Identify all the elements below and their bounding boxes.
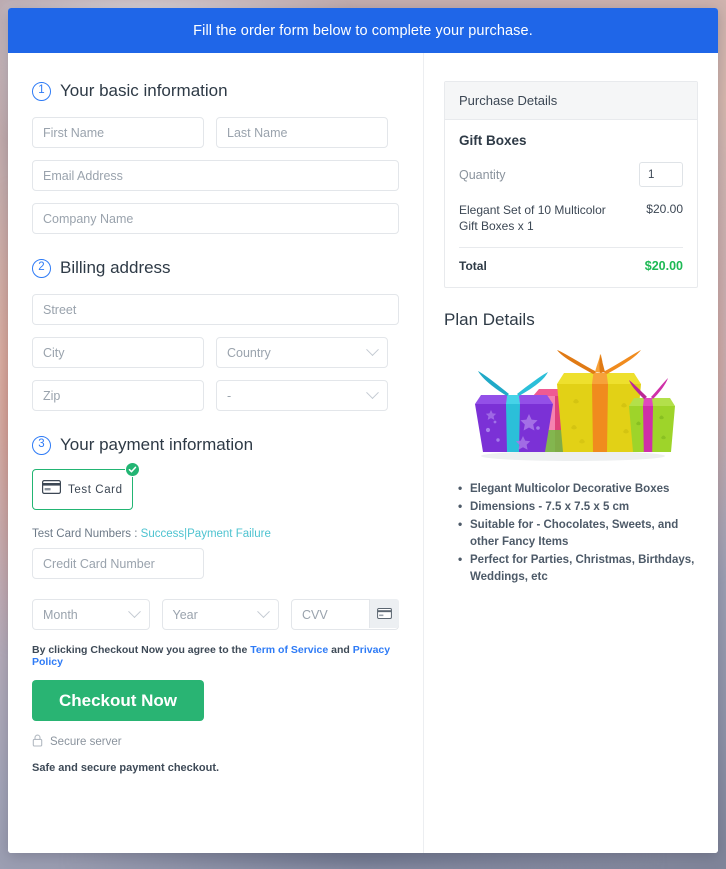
expiry-month-value: Month xyxy=(43,607,78,622)
purchase-details-body: Gift Boxes Quantity 1 Elegant Set of 10 … xyxy=(445,120,697,287)
expiry-year-value: Year xyxy=(172,607,198,622)
top-banner: Fill the order form below to complete yo… xyxy=(8,8,718,53)
summary-column: Purchase Details Gift Boxes Quantity 1 E… xyxy=(424,53,718,853)
purchase-details-header: Purchase Details xyxy=(445,82,697,120)
check-circle-icon xyxy=(125,462,140,477)
test-card-numbers-line: Test Card Numbers : Success|Payment Fail… xyxy=(32,528,399,540)
country-select[interactable]: Country xyxy=(216,337,388,368)
test-card-success-link[interactable]: Success xyxy=(141,528,184,540)
list-item: Dimensions - 7.5 x 7.5 x 5 cm xyxy=(458,498,698,516)
step-number-badge-3: 3 xyxy=(32,435,51,455)
payment-method-label: Test Card xyxy=(68,483,123,496)
safe-payment-note: Safe and secure payment checkout. xyxy=(32,762,220,774)
city-input[interactable]: City xyxy=(32,337,204,368)
line-item-price: $20.00 xyxy=(646,202,683,216)
chevron-down-icon xyxy=(257,605,270,619)
terms-prefix: By clicking Checkout Now you agree to th… xyxy=(32,644,248,656)
product-title: Gift Boxes xyxy=(459,133,527,148)
quantity-input[interactable]: 1 xyxy=(639,162,683,187)
expiry-month-select[interactable]: Month xyxy=(32,599,150,630)
secure-server-note: Secure server xyxy=(32,734,399,750)
email-input[interactable]: Email Address xyxy=(32,160,399,191)
quantity-row: Quantity 1 xyxy=(459,162,683,187)
secure-server-text: Secure server xyxy=(50,736,122,748)
last-name-input[interactable]: Last Name xyxy=(216,117,388,148)
banner-message: Fill the order form below to complete yo… xyxy=(193,22,533,39)
gift-boxes-image xyxy=(475,350,675,462)
list-item: Elegant Multicolor Decorative Boxes xyxy=(458,480,698,498)
section-header-basic-information: 1 Your basic information xyxy=(32,81,399,101)
credit-card-icon xyxy=(369,599,399,628)
payment-method-option-wrapper: Test Card xyxy=(32,462,140,510)
name-fields-row: First Name Last Name xyxy=(32,117,399,148)
zip-state-row: Zip - xyxy=(32,380,399,411)
company-name-input[interactable]: Company Name xyxy=(32,203,399,234)
street-input[interactable]: Street xyxy=(32,294,399,325)
quantity-label: Quantity xyxy=(459,167,506,182)
expiry-year-select[interactable]: Year xyxy=(161,599,279,630)
plan-details-title: Plan Details xyxy=(444,310,535,330)
step-number-badge-2: 2 xyxy=(32,258,51,278)
zip-input[interactable]: Zip xyxy=(32,380,204,411)
order-form-column: 1 Your basic information First Name Last… xyxy=(8,53,424,853)
test-card-numbers-label: Test Card Numbers : xyxy=(32,528,138,540)
list-item: Suitable for - Chocolates, Sweets, and o… xyxy=(458,516,698,551)
street-row: Street xyxy=(32,294,399,325)
payment-method-test-card[interactable]: Test Card xyxy=(32,469,133,510)
state-select[interactable]: - xyxy=(216,380,388,411)
cvv-field-wrapper: CVV xyxy=(291,599,399,630)
test-card-failure-link[interactable]: Payment Failure xyxy=(187,528,271,540)
section-title-basic-information: Your basic information xyxy=(60,81,228,100)
credit-card-icon xyxy=(42,480,61,499)
total-row: Total $20.00 xyxy=(459,248,683,273)
purchase-details-panel: Purchase Details Gift Boxes Quantity 1 E… xyxy=(444,81,698,289)
step-number-badge-1: 1 xyxy=(32,81,51,101)
chevron-down-icon xyxy=(366,343,379,357)
section-title-billing-address: Billing address xyxy=(60,258,171,277)
expiry-cvv-row: Month Year CVV xyxy=(32,599,399,630)
lock-icon xyxy=(32,734,43,750)
terms-agreement-text: By clicking Checkout Now you agree to th… xyxy=(32,644,399,668)
section-title-payment-information: Your payment information xyxy=(60,435,254,454)
section-header-payment-information: 3 Your payment information xyxy=(32,435,399,455)
email-row: Email Address xyxy=(32,160,399,191)
plan-feature-list: Elegant Multicolor Decorative Boxes Dime… xyxy=(444,480,698,586)
state-select-value: - xyxy=(227,388,232,403)
company-row: Company Name xyxy=(32,203,399,234)
terms-and: and xyxy=(331,644,350,656)
total-value: $20.00 xyxy=(644,259,683,274)
page-body: 1 Your basic information First Name Last… xyxy=(8,53,718,853)
checkout-now-button[interactable]: Checkout Now xyxy=(32,680,204,721)
credit-card-number-input[interactable]: Credit Card Number xyxy=(32,548,204,579)
line-item-row: Elegant Set of 10 Multicolor Gift Boxes … xyxy=(459,202,683,249)
chevron-down-icon xyxy=(366,386,379,400)
line-item-name: Elegant Set of 10 Multicolor Gift Boxes … xyxy=(459,203,606,234)
first-name-input[interactable]: First Name xyxy=(32,117,204,148)
chevron-down-icon xyxy=(127,605,141,619)
checkout-page-card: Fill the order form below to complete yo… xyxy=(8,8,718,853)
list-item: Perfect for Parties, Christmas, Birthday… xyxy=(458,551,698,586)
section-header-billing-address: 2 Billing address xyxy=(32,258,399,278)
term-of-service-link[interactable]: Term of Service xyxy=(250,644,328,656)
city-country-row: City Country xyxy=(32,337,399,368)
card-number-row: Credit Card Number xyxy=(32,548,399,579)
country-select-value: Country xyxy=(227,345,271,360)
total-label: Total xyxy=(459,259,487,274)
